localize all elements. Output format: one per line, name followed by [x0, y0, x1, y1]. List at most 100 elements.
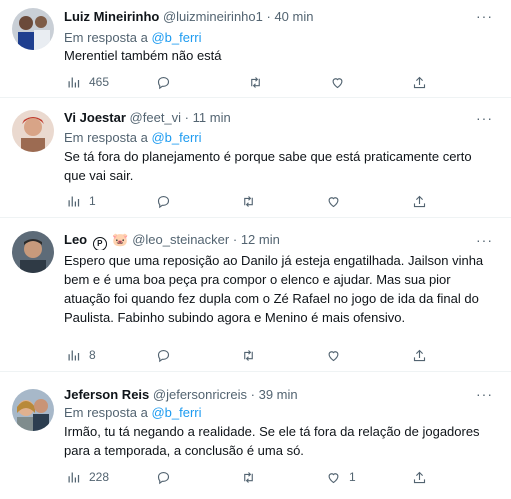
avatar-image [12, 231, 54, 273]
reply-context: Em resposta a @b_ferri [64, 405, 202, 420]
tweet-header: Vi Joestar @feet_vi · 11 min [64, 110, 471, 128]
like-button[interactable]: 1 [326, 468, 356, 486]
retweet-icon [251, 76, 260, 88]
author-handle[interactable]: @leo_steinacker [132, 232, 229, 247]
tweet[interactable]: Leo P 🐷 @leo_steinacker · 12 min ··· Esp… [0, 219, 511, 372]
retweet-button[interactable] [241, 468, 256, 486]
tweet-header: Leo P 🐷 @leo_steinacker · 12 min [64, 232, 471, 250]
more-icon[interactable]: ··· [476, 110, 493, 126]
timestamp[interactable]: 11 min [193, 110, 231, 125]
reply-icon [157, 471, 170, 484]
separator: · [250, 387, 255, 402]
views-count: 228 [89, 470, 110, 484]
tweet[interactable]: Jeferson Reis @jefersonricreis · 39 min … [0, 373, 511, 499]
separator: · [232, 232, 238, 247]
retweet-icon [244, 195, 253, 207]
tweet-text: Espero que uma reposição ao Danilo já es… [64, 253, 484, 325]
retweet-button[interactable] [248, 73, 263, 91]
views-icon [68, 472, 80, 482]
separator: · [266, 9, 271, 24]
views-button[interactable]: 8 [66, 346, 96, 364]
like-icon [328, 472, 339, 483]
share-button[interactable] [412, 468, 427, 486]
author-handle[interactable]: @feet_vi [130, 110, 182, 125]
reply-prefix: Em resposta a [64, 405, 148, 420]
action-bar: 1 [64, 192, 491, 210]
reply-mention-link[interactable]: @b_ferri [151, 405, 201, 420]
reply-context: Em resposta a @b_ferri [64, 130, 202, 145]
reply-button[interactable] [156, 73, 171, 91]
p-badge-icon: P [92, 237, 107, 250]
like-icon [328, 196, 339, 207]
avatar[interactable] [12, 110, 54, 152]
avatar-image [12, 389, 54, 431]
author-name[interactable]: Luiz Mineirinho [64, 9, 159, 24]
views-icon [68, 77, 80, 87]
reply-mention-link[interactable]: @b_ferri [151, 130, 201, 145]
share-icon [413, 76, 426, 88]
avatar-image [12, 110, 54, 152]
reply-icon [157, 76, 170, 89]
views-count: 1 [89, 194, 96, 208]
more-icon[interactable]: ··· [476, 232, 493, 248]
share-icon [413, 471, 426, 483]
avatar-image [12, 8, 54, 50]
author-name[interactable]: Vi Joestar [64, 110, 126, 125]
views-icon [68, 196, 80, 206]
separator: · [184, 110, 190, 125]
views-icon [68, 350, 80, 360]
author-handle[interactable]: @luizmineirinho1 [163, 9, 263, 24]
author-name[interactable]: Leo [64, 232, 87, 247]
like-button[interactable] [326, 346, 341, 364]
like-button[interactable] [326, 192, 341, 210]
views-button[interactable]: 1 [66, 192, 96, 210]
share-button[interactable] [412, 346, 427, 364]
author-handle[interactable]: @jefersonricreis [153, 387, 247, 402]
reply-context: Em resposta a @b_ferri [64, 30, 202, 45]
more-icon[interactable]: ··· [476, 386, 493, 402]
timestamp[interactable]: 39 min [259, 387, 298, 402]
action-bar: 8 [64, 346, 491, 364]
share-icon [413, 195, 426, 207]
tweet-text: Merentiel também não está [64, 48, 222, 63]
retweet-icon [244, 349, 253, 361]
reply-button[interactable] [156, 468, 171, 486]
avatar[interactable] [12, 389, 54, 431]
action-bar: 465 [64, 73, 491, 91]
tweet[interactable]: Vi Joestar @feet_vi · 11 min ··· Em resp… [0, 99, 511, 218]
reply-icon [157, 195, 170, 208]
tweet-text: Se tá fora do planejamento é porque sabe… [64, 149, 472, 183]
reply-icon [157, 349, 170, 362]
like-icon [332, 77, 343, 88]
tweet-header: Luiz Mineirinho @luizmineirinho1 · 40 mi… [64, 9, 471, 27]
share-icon [413, 349, 426, 361]
avatar[interactable] [12, 8, 54, 50]
avatar[interactable] [12, 231, 54, 273]
more-icon[interactable]: ··· [476, 8, 493, 24]
views-count: 8 [89, 348, 96, 362]
retweet-icon [244, 471, 253, 483]
reply-prefix: Em resposta a [64, 30, 148, 45]
share-button[interactable] [412, 73, 427, 91]
share-button[interactable] [412, 192, 427, 210]
timestamp[interactable]: 40 min [274, 9, 313, 24]
views-button[interactable]: 465 [66, 73, 109, 91]
like-button[interactable] [330, 73, 345, 91]
reply-mention-link[interactable]: @b_ferri [151, 30, 201, 45]
likes-count: 1 [349, 470, 356, 484]
tweet-header: Jeferson Reis @jefersonricreis · 39 min [64, 387, 471, 405]
author-name[interactable]: Jeferson Reis [64, 387, 149, 402]
tweet[interactable]: Luiz Mineirinho @luizmineirinho1 · 40 mi… [0, 0, 511, 98]
views-count: 465 [89, 75, 110, 89]
tweet-text: Irmão, tu tá negando a realidade. Se ele… [64, 424, 480, 458]
retweet-button[interactable] [241, 192, 256, 210]
timestamp[interactable]: 12 min [241, 232, 280, 247]
views-button[interactable]: 228 [66, 468, 109, 486]
reply-button[interactable] [156, 346, 171, 364]
action-bar: 228 1 [64, 468, 491, 486]
like-icon [328, 350, 339, 361]
retweet-button[interactable] [241, 346, 256, 364]
reply-prefix: Em resposta a [64, 130, 148, 145]
pig-emoji: 🐷 [112, 232, 129, 247]
reply-button[interactable] [156, 192, 171, 210]
